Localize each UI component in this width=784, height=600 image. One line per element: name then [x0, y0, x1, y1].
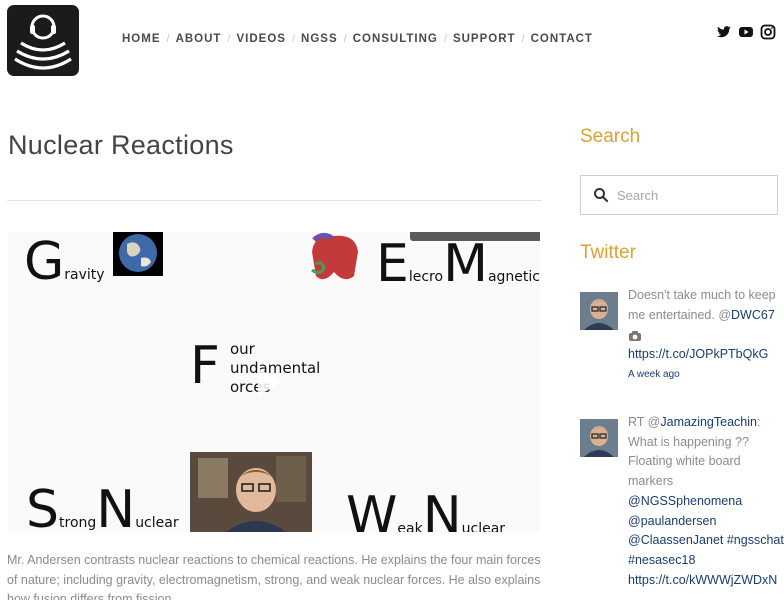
weak-letter-w: W — [346, 486, 398, 532]
weak-nuclear-label: WeakNuclear — [346, 490, 505, 532]
four-letter-f: F — [190, 336, 220, 396]
tweet-text: RT @ — [628, 415, 661, 429]
site-logo[interactable] — [7, 5, 79, 76]
strong-nuclear-label: StrongNuclear — [26, 484, 179, 532]
nav-ngss[interactable]: NGSS — [301, 33, 338, 45]
em-rest-1: lecro — [408, 269, 444, 285]
search-box — [580, 175, 778, 215]
em-letter-e: E — [376, 234, 409, 294]
em-letter-m: M — [443, 234, 488, 294]
nav-separator: / — [343, 33, 347, 45]
nav-separator: / — [291, 33, 296, 45]
magnet-image — [311, 232, 358, 280]
youtube-icon[interactable] — [738, 24, 754, 40]
gravity-label: Gravity — [24, 236, 105, 288]
nav-contact[interactable]: CONTACT — [531, 33, 593, 45]
page-title: Nuclear Reactions — [8, 130, 234, 160]
nav-consulting[interactable]: CONSULTING — [353, 33, 438, 45]
gravity-letter: G — [24, 232, 65, 292]
title-divider — [7, 200, 542, 201]
video-description: Mr. Andersen contrasts nuclear reactions… — [7, 553, 541, 600]
four-forces-letter: F — [190, 340, 220, 392]
twitter-icon[interactable] — [716, 24, 732, 40]
strong-rest-1: trong — [59, 515, 97, 531]
camera-icon — [628, 325, 784, 345]
instagram-icon[interactable] — [760, 24, 776, 40]
nav-separator: / — [443, 33, 447, 45]
nav-support[interactable]: SUPPORT — [453, 33, 516, 45]
tweet-mention[interactable]: DWC67 — [731, 308, 775, 322]
weak-rest-1: eak — [397, 521, 423, 532]
play-icon[interactable] — [258, 368, 282, 396]
four-line-1: our — [230, 340, 255, 358]
nav-about[interactable]: ABOUT — [176, 33, 222, 45]
tweet-link[interactable]: https://t.co/kWWWjZWDxN — [628, 571, 784, 591]
weak-rest-2: uclear — [461, 521, 506, 532]
social-links — [716, 24, 776, 40]
tweet-mention[interactable]: JamazingTeachin — [660, 415, 757, 429]
podcast-headphones-icon — [14, 14, 72, 70]
strong-rest-2: uclear — [135, 515, 179, 531]
avatar[interactable] — [580, 419, 618, 457]
tweet-tags[interactable]: @NGSSphenomena @paulandersen @ClaassenJa… — [628, 492, 784, 571]
gravity-rest: ravity — [64, 267, 105, 283]
video-player[interactable]: Gravity ElecroMagnetic F our undamental … — [8, 232, 540, 532]
search-heading: Search — [580, 126, 641, 147]
earth-image — [113, 232, 163, 276]
tweet-timestamp[interactable]: A week ago — [628, 365, 784, 385]
nav-videos[interactable]: VIDEOS — [237, 33, 286, 45]
avatar[interactable] — [580, 292, 618, 330]
search-input[interactable] — [617, 184, 767, 206]
weak-letter-n: N — [422, 486, 462, 532]
nav-separator: / — [521, 33, 525, 45]
presenter-video-thumbnail — [190, 452, 312, 532]
tweet-link[interactable]: https://t.co/JOPkPTbQkG — [628, 345, 784, 365]
nav-separator: / — [166, 33, 170, 45]
tweet-body: Doesn't take much to keep me entertained… — [628, 286, 784, 385]
strong-letter-n: N — [96, 480, 136, 532]
search-icon[interactable] — [593, 187, 609, 203]
strong-letter-s: S — [26, 480, 60, 532]
main-nav: HOME / ABOUT / VIDEOS / NGSS / CONSULTIN… — [122, 33, 593, 45]
tweet-body: RT @JamazingTeachin: What is happening ?… — [628, 413, 784, 590]
em-rest-2: agnetic — [487, 269, 540, 285]
nav-separator: / — [227, 33, 231, 45]
nav-home[interactable]: HOME — [122, 33, 161, 45]
twitter-heading: Twitter — [580, 242, 636, 263]
electromagnetic-label: ElecroMagnetic — [376, 238, 540, 290]
